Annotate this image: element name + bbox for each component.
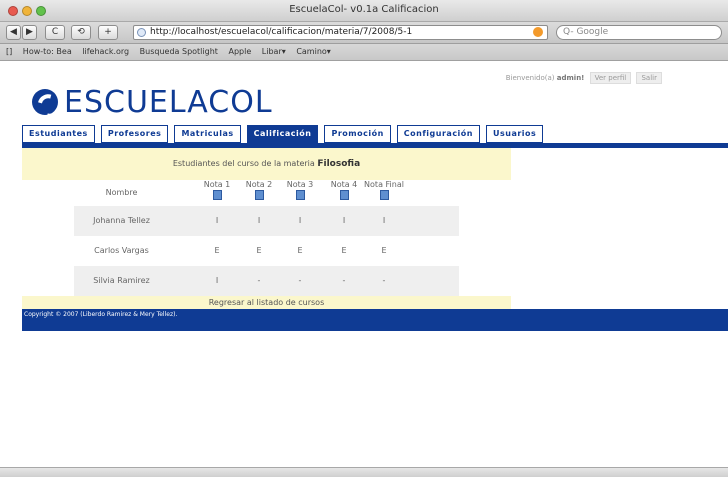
web-page: Bienvenido(a) admin! Ver perfil Salir ES… <box>0 62 728 467</box>
bookmark-item[interactable]: Libar▾ <box>262 44 286 60</box>
bookmarks-bar: [] How-to: Bea lifehack.org Busqueda Spo… <box>0 44 728 61</box>
tab-profesores[interactable]: Profesores <box>100 125 169 143</box>
logout-button[interactable]: Salir <box>636 72 662 84</box>
header-nota-4: Nota 4 <box>329 180 359 200</box>
user-links: Bienvenido(a) admin! Ver perfil Salir <box>506 72 662 84</box>
course-caption: Estudiantes del curso de la materia Filo… <box>22 148 511 180</box>
grade-cell: E <box>297 246 303 255</box>
table-row: Silvia Ramirez I - - - - <box>74 266 459 296</box>
tab-matriculas[interactable]: Matriculas <box>174 125 241 143</box>
grade-cell: I <box>298 216 302 225</box>
subject-name: Filosofia <box>317 159 361 169</box>
grade-cell: - <box>382 276 386 285</box>
table-row: Carlos Vargas E E E E E <box>74 236 459 266</box>
window-titlebar: EscuelaCol- v0.1a Calificacion <box>0 0 728 22</box>
header-nota-3: Nota 3 <box>285 180 315 200</box>
grade-cell: E <box>256 246 262 255</box>
logo-text: ESCUELACOL <box>64 84 273 120</box>
add-bookmark-button[interactable]: + <box>98 25 118 40</box>
edit-grade-icon[interactable] <box>212 190 222 200</box>
grade-cell: - <box>298 276 302 285</box>
footer: Copyright © 2007 (Liberdo Ramirez & Mery… <box>22 309 728 331</box>
header-nota-final: Nota Final <box>364 180 404 200</box>
logo[interactable]: ESCUELACOL <box>32 84 273 120</box>
grades-table: Nombre Nota 1 Nota 2 Nota 3 Nota 4 Nota … <box>74 180 459 296</box>
main-tabs: Estudiantes Profesores Matriculas Califi… <box>22 125 544 143</box>
bookmarks-book-icon[interactable]: [] <box>6 44 12 60</box>
caption-text: Estudiantes del curso de la materia <box>172 159 315 168</box>
grade-cell: - <box>257 276 261 285</box>
globe-icon <box>137 28 146 37</box>
student-name: Carlos Vargas <box>94 246 149 255</box>
browser-toolbar: ◀ ▶ C ⟲ + http://localhost/escuelacol/ca… <box>0 22 728 44</box>
student-name: Silvia Ramirez <box>93 276 150 285</box>
grade-cell: I <box>382 216 386 225</box>
bookmark-item[interactable]: How-to: Bea <box>23 44 72 60</box>
reload-button[interactable]: C <box>45 25 65 40</box>
grade-cell: I <box>342 216 346 225</box>
back-to-courses-link[interactable]: Regresar al listado de cursos <box>22 296 511 309</box>
search-input[interactable]: Q- Google <box>556 25 722 40</box>
tab-calificacion[interactable]: Calificación <box>246 125 319 143</box>
rss-icon[interactable] <box>533 27 543 37</box>
tab-configuracion[interactable]: Configuración <box>396 125 480 143</box>
copyright-text: Copyright © 2007 (Liberdo Ramirez & Mery… <box>24 311 178 318</box>
header-nota-1: Nota 1 <box>202 180 232 200</box>
bookmark-item[interactable]: Busqueda Spotlight <box>140 44 218 60</box>
status-bar <box>0 467 728 477</box>
grade-cell: E <box>214 246 220 255</box>
header-nota-2: Nota 2 <box>244 180 274 200</box>
grade-cell: E <box>381 246 387 255</box>
address-bar[interactable]: http://localhost/escuelacol/calificacion… <box>133 25 548 40</box>
logo-icon <box>32 89 58 115</box>
profile-button[interactable]: Ver perfil <box>589 72 632 84</box>
grades-panel: Estudiantes del curso de la materia Filo… <box>22 148 511 296</box>
grade-cell: - <box>342 276 346 285</box>
username: admin! <box>556 74 585 82</box>
back-button[interactable]: ◀ <box>6 25 21 40</box>
grade-cell: I <box>257 216 261 225</box>
welcome-text: Bienvenido(a) <box>505 74 555 82</box>
bookmark-item[interactable]: lifehack.org <box>82 44 129 60</box>
bookmark-item[interactable]: Camino▾ <box>296 44 330 60</box>
bookmark-item[interactable]: Apple <box>228 44 251 60</box>
student-name: Johanna Tellez <box>93 216 150 225</box>
stop-button[interactable]: ⟲ <box>71 25 91 40</box>
address-url: http://localhost/escuelacol/calificacion… <box>150 27 413 37</box>
header-nombre: Nombre <box>105 188 138 197</box>
window-title: EscuelaCol- v0.1a Calificacion <box>289 4 439 15</box>
tab-promocion[interactable]: Promoción <box>324 125 391 143</box>
table-row: Johanna Tellez I I I I I <box>74 206 459 236</box>
edit-grade-icon[interactable] <box>339 190 349 200</box>
grade-cell: I <box>215 276 219 285</box>
edit-grade-icon[interactable] <box>379 190 389 200</box>
grade-cell: I <box>215 216 219 225</box>
grade-cell: E <box>341 246 347 255</box>
tab-estudiantes[interactable]: Estudiantes <box>22 125 95 143</box>
tab-usuarios[interactable]: Usuarios <box>486 125 544 143</box>
table-header: Nombre Nota 1 Nota 2 Nota 3 Nota 4 Nota … <box>74 180 459 206</box>
forward-button[interactable]: ▶ <box>22 25 37 40</box>
edit-grade-icon[interactable] <box>295 190 305 200</box>
edit-grade-icon[interactable] <box>254 190 264 200</box>
